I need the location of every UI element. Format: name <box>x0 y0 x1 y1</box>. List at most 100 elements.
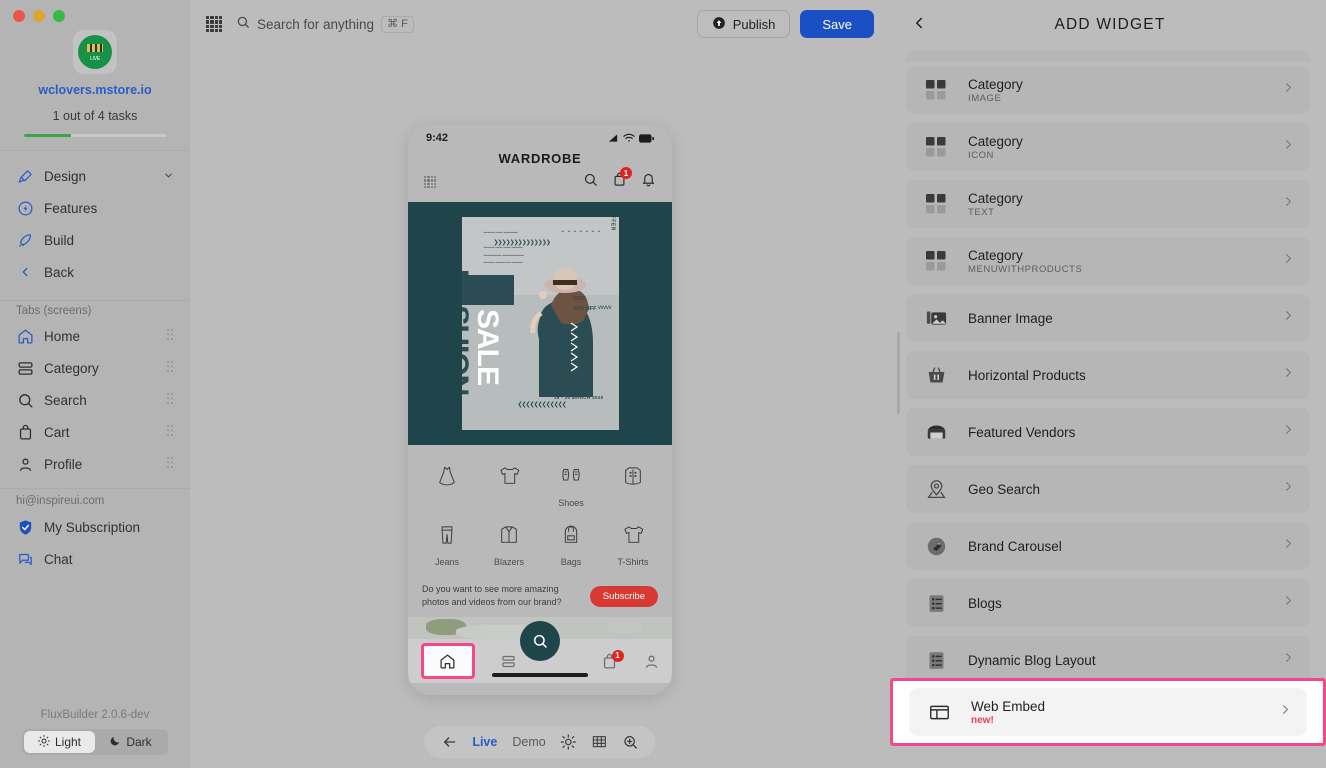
widget-title: Web Embed <box>971 699 1045 714</box>
category-cell[interactable] <box>478 457 540 514</box>
theme-option-light[interactable]: Light <box>24 731 95 753</box>
arrow-left-icon[interactable] <box>441 734 457 750</box>
store-url-label[interactable]: wclovers.mstore.io <box>38 83 151 97</box>
poster-side-text: SPECIAL OFFER <box>610 217 616 231</box>
publish-label: Publish <box>733 17 776 32</box>
publish-button[interactable]: Publish <box>697 10 791 38</box>
search-fab-button[interactable] <box>520 621 560 661</box>
panel-scrollbar[interactable] <box>897 332 900 414</box>
chevron-right-icon[interactable] <box>1281 593 1296 613</box>
sidebar-item-design[interactable]: Design <box>0 160 190 192</box>
chevron-right-icon[interactable] <box>1281 479 1296 499</box>
chevron-right-icon[interactable] <box>1278 702 1293 722</box>
phone-bottom-nav: 1 <box>408 639 672 683</box>
sidebar-item-profile[interactable]: Profile <box>0 448 190 480</box>
widget-row[interactable]: Category ICON <box>906 123 1310 171</box>
sidebar-item-my-subscription[interactable]: My Subscription <box>0 511 190 543</box>
account-email: hi@inspireui.com <box>0 489 190 511</box>
sun-icon[interactable] <box>561 734 577 750</box>
search-input[interactable]: Search for anything <box>257 17 374 32</box>
category-label: Blazers <box>494 557 524 567</box>
chevron-right-icon[interactable] <box>1281 365 1296 385</box>
bottom-nav-category[interactable] <box>500 653 517 670</box>
chevron-right-icon[interactable] <box>1281 251 1296 271</box>
category-cell[interactable]: Blazers <box>478 516 540 573</box>
banner-widget[interactable]: ▬▬▬ ▬▬ ▬▬▬▬ ▬▬▬ ▬▬ ▬▬ ▬▬▬▬▬▬▬▬ ▬▬▬▬▬▬▬▬▬… <box>408 202 672 445</box>
widget-list[interactable]: Category IMAGE Category ICON <box>890 50 1326 768</box>
drag-handle-icon[interactable] <box>166 424 174 440</box>
category-cell[interactable] <box>416 457 478 514</box>
search-icon[interactable] <box>583 172 598 192</box>
chevron-left-icon <box>16 263 34 281</box>
widget-row[interactable]: Category TEXT <box>906 180 1310 228</box>
drag-handle-icon[interactable] <box>166 392 174 408</box>
brand-block: LIVE wclovers.mstore.io 1 out of 4 tasks <box>0 22 190 137</box>
close-window-button[interactable] <box>13 10 25 22</box>
widget-row[interactable]: Geo Search <box>906 465 1310 513</box>
chevron-right-icon[interactable] <box>1281 194 1296 214</box>
chevron-down-icon[interactable] <box>163 169 174 184</box>
category-cell[interactable]: Bags <box>540 516 602 573</box>
category-cell[interactable]: T-Shirts <box>602 516 664 573</box>
sidebar-item-label: Profile <box>44 457 82 472</box>
chevron-right-icon[interactable] <box>1281 80 1296 100</box>
theme-toggle[interactable]: Light Dark <box>22 729 168 755</box>
category-cell[interactable] <box>602 457 664 514</box>
category-cell[interactable]: Shoes <box>540 457 602 514</box>
category-cell[interactable]: Jeans <box>416 516 478 573</box>
sidebar-item-label: My Subscription <box>44 520 140 535</box>
grid-menu-icon[interactable] <box>424 176 436 188</box>
widget-row[interactable]: Category IMAGE <box>906 66 1310 114</box>
sidebar-item-build[interactable]: Build <box>0 224 190 256</box>
sidebar-item-back[interactable]: Back <box>0 256 190 288</box>
sidebar-item-cart[interactable]: Cart <box>0 416 190 448</box>
theme-light-label: Light <box>55 735 81 749</box>
sidebar-item-chat[interactable]: Chat <box>0 543 190 575</box>
widget-row[interactable]: Banner Image <box>906 294 1310 342</box>
bottom-nav-home-highlighted[interactable] <box>421 643 475 679</box>
category-grid-widget[interactable]: Shoes Jeans <box>408 445 672 579</box>
sidebar-item-search[interactable]: Search <box>0 384 190 416</box>
apps-grid-icon[interactable] <box>206 16 222 32</box>
chevron-right-icon[interactable] <box>1281 536 1296 556</box>
drag-handle-icon[interactable] <box>166 456 174 472</box>
bell-icon[interactable] <box>641 172 656 192</box>
chevron-right-icon[interactable] <box>1281 650 1296 670</box>
maximize-window-button[interactable] <box>53 10 65 22</box>
chevron-right-icon[interactable] <box>1281 308 1296 328</box>
zoom-in-icon[interactable] <box>623 734 639 750</box>
widget-row[interactable]: Featured Vendors <box>906 408 1310 456</box>
minimize-window-button[interactable] <box>33 10 45 22</box>
widget-row-web-embed[interactable]: Web Embed new! <box>909 688 1307 736</box>
widget-row-partial-top[interactable] <box>906 50 1310 62</box>
cart-icon[interactable]: 1 <box>612 172 627 192</box>
theme-option-dark[interactable]: Dark <box>95 731 166 753</box>
bottom-nav-cart[interactable]: 1 <box>601 653 618 670</box>
drag-handle-icon[interactable] <box>166 360 174 376</box>
store-logo: LIVE <box>73 30 117 74</box>
category-label: T-Shirts <box>617 557 648 567</box>
widget-row[interactable]: Category MENUWITHPRODUCTS <box>906 237 1310 285</box>
global-search[interactable]: Search for anything ⌘ F <box>236 15 414 34</box>
widget-row[interactable]: Brand Carousel <box>906 522 1310 570</box>
widget-row[interactable]: Dynamic Blog Layout <box>906 636 1310 684</box>
category-label: Bags <box>561 557 582 567</box>
toolbar-live-tab[interactable]: Live <box>472 735 497 749</box>
widget-row[interactable]: Blogs <box>906 579 1310 627</box>
grid-icon[interactable] <box>592 734 608 750</box>
save-button[interactable]: Save <box>800 10 874 38</box>
subscribe-button[interactable]: Subscribe <box>590 586 658 607</box>
chevron-right-icon[interactable] <box>1281 137 1296 157</box>
person-icon <box>16 455 34 473</box>
sidebar-item-home[interactable]: Home <box>0 320 190 352</box>
sidebar-footer: FluxBuilder 2.0.6-dev Light Dark <box>0 709 190 768</box>
toolbar-demo-tab[interactable]: Demo <box>512 735 545 749</box>
chevron-right-icon[interactable] <box>1281 422 1296 442</box>
widget-row[interactable]: Horizontal Products <box>906 351 1310 399</box>
drag-handle-icon[interactable] <box>166 328 174 344</box>
bottom-nav-profile[interactable] <box>643 653 660 670</box>
sidebar-item-features[interactable]: Features <box>0 192 190 224</box>
widget-title: Category <box>968 77 1023 92</box>
sidebar-item-category[interactable]: Category <box>0 352 190 384</box>
promo-widget[interactable]: Do you want to see more amazing photos a… <box>408 579 672 617</box>
